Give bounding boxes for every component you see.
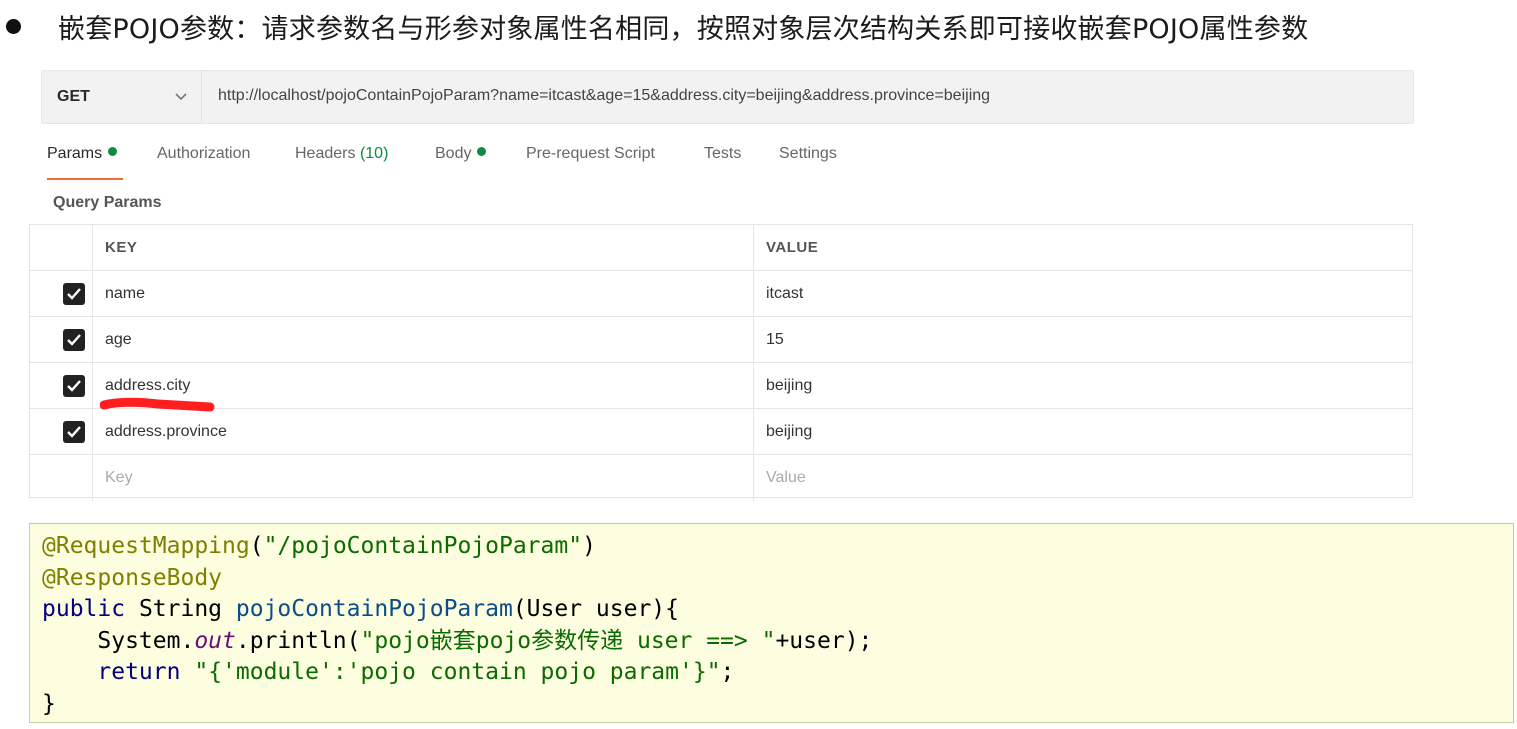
table-row: address.city beijing	[30, 363, 1412, 409]
param-key: address.city	[105, 377, 191, 394]
tab-settings[interactable]: Settings	[779, 145, 837, 163]
tab-settings-label: Settings	[779, 145, 837, 162]
table-row: name itcast	[30, 271, 1412, 317]
check-cell	[30, 363, 93, 408]
tab-params-label: Params	[47, 145, 103, 162]
param-value: beijing	[766, 377, 813, 394]
new-value-cell[interactable]: Value	[754, 455, 1412, 501]
tab-params[interactable]: Params	[47, 145, 118, 163]
tab-tests-label: Tests	[704, 145, 742, 162]
key-placeholder: Key	[105, 469, 133, 486]
code-text: (	[249, 533, 264, 559]
tab-body-label: Body	[435, 145, 472, 162]
code-string: "pojo嵌套pojo参数传递 user ==> "	[360, 627, 776, 654]
query-params-table: KEY VALUE name itcast age 15 address.cit…	[29, 224, 1413, 501]
check-cell	[30, 271, 93, 316]
code-text: (User user){	[512, 596, 679, 622]
tab-headers-label: Headers	[295, 145, 356, 162]
tab-tests[interactable]: Tests	[704, 145, 741, 163]
key-column-header: KEY	[105, 239, 138, 256]
code-line: return "{'module':'pojo contain pojo par…	[42, 657, 1513, 689]
slide-heading: 嵌套POJO参数：请求参数名与形参对象属性名相同，按照对象层次结构关系即可接收嵌…	[0, 0, 1517, 54]
code-text: }	[42, 690, 56, 717]
code-line: System.out.println("pojo嵌套pojo参数传递 user …	[42, 626, 1513, 658]
checkmark-icon	[67, 334, 81, 346]
tab-authorization[interactable]: Authorization	[157, 145, 250, 163]
param-value: itcast	[766, 285, 804, 302]
param-key: name	[105, 285, 146, 302]
value-cell[interactable]: beijing	[754, 409, 1412, 454]
query-params-label: Query Params	[53, 194, 162, 211]
code-string: "{'module':'pojo contain pojo param'}"	[194, 659, 721, 685]
value-column-header: VALUE	[766, 239, 819, 256]
header-key-cell: KEY	[93, 225, 754, 270]
value-cell[interactable]: beijing	[754, 363, 1412, 408]
header-check-cell	[30, 225, 93, 270]
code-field: out	[194, 627, 236, 654]
param-key: address.province	[105, 423, 227, 440]
param-value: beijing	[766, 423, 813, 440]
code-line: }	[42, 689, 1513, 721]
url-bar: GET	[41, 70, 1414, 124]
bullet-icon	[6, 19, 21, 34]
chevron-down-icon	[175, 93, 187, 101]
red-underline-annotation	[100, 397, 215, 412]
code-text: ;	[720, 659, 735, 685]
code-line: public String pojoContainPojoParam(User …	[42, 594, 1513, 626]
checkmark-icon	[67, 288, 81, 300]
header-value-cell: VALUE	[754, 225, 1412, 270]
new-param-row: Key Value	[30, 455, 1412, 501]
tab-authorization-label: Authorization	[157, 145, 251, 162]
code-text: .println(	[235, 627, 361, 654]
new-key-cell[interactable]: Key	[93, 455, 754, 501]
code-string: "/pojoContainPojoParam"	[263, 533, 583, 559]
tab-pre-request-script[interactable]: Pre-request Script	[526, 145, 655, 163]
code-text: )	[582, 533, 596, 559]
code-text: System.	[42, 627, 195, 654]
value-cell[interactable]: itcast	[754, 271, 1412, 316]
check-cell	[30, 317, 93, 362]
postman-request-panel: GET Params Authorization Headers (10) Bo…	[29, 57, 1414, 501]
code-text: +user);	[775, 627, 873, 654]
code-block: @RequestMapping("/pojoContainPojoParam")…	[29, 523, 1514, 723]
check-cell	[30, 409, 93, 454]
code-keyword: return	[42, 659, 181, 685]
param-key: age	[105, 331, 132, 348]
code-method-name: pojoContainPojoParam	[235, 596, 513, 622]
code-annotation: @ResponseBody	[42, 564, 223, 591]
heading-text: 嵌套POJO参数：请求参数名与形参对象属性名相同，按照对象层次结构关系即可接收嵌…	[58, 14, 1309, 45]
checkbox-checked[interactable]	[63, 283, 85, 305]
table-header-row: KEY VALUE	[30, 225, 1412, 271]
code-line: @ResponseBody	[42, 563, 1513, 595]
table-row: address.province beijing	[30, 409, 1412, 455]
method-label: GET	[57, 88, 90, 105]
tab-body[interactable]: Body	[435, 145, 487, 163]
code-annotation: @RequestMapping	[42, 533, 250, 559]
key-cell[interactable]: age	[93, 317, 754, 362]
url-input[interactable]	[218, 87, 1398, 105]
param-value: 15	[766, 331, 784, 348]
headers-count: (10)	[359, 145, 389, 162]
active-tab-indicator	[47, 178, 123, 180]
body-status-dot	[477, 147, 487, 156]
code-keyword: public	[42, 596, 126, 622]
checkbox-checked[interactable]	[63, 421, 85, 443]
code-text: String	[125, 596, 236, 622]
tab-pre-request-label: Pre-request Script	[526, 145, 655, 162]
params-status-dot	[108, 147, 118, 156]
checkbox-checked[interactable]	[63, 375, 85, 397]
key-cell[interactable]: name	[93, 271, 754, 316]
checkmark-icon	[67, 380, 81, 392]
value-placeholder: Value	[766, 469, 806, 486]
table-row: age 15	[30, 317, 1412, 363]
tab-headers[interactable]: Headers (10)	[295, 145, 388, 163]
checkbox-checked[interactable]	[63, 329, 85, 351]
value-cell[interactable]: 15	[754, 317, 1412, 362]
method-select[interactable]: GET	[42, 71, 202, 123]
code-line: @RequestMapping("/pojoContainPojoParam")	[42, 531, 1513, 563]
checkmark-icon	[67, 426, 81, 438]
check-cell	[30, 455, 93, 501]
